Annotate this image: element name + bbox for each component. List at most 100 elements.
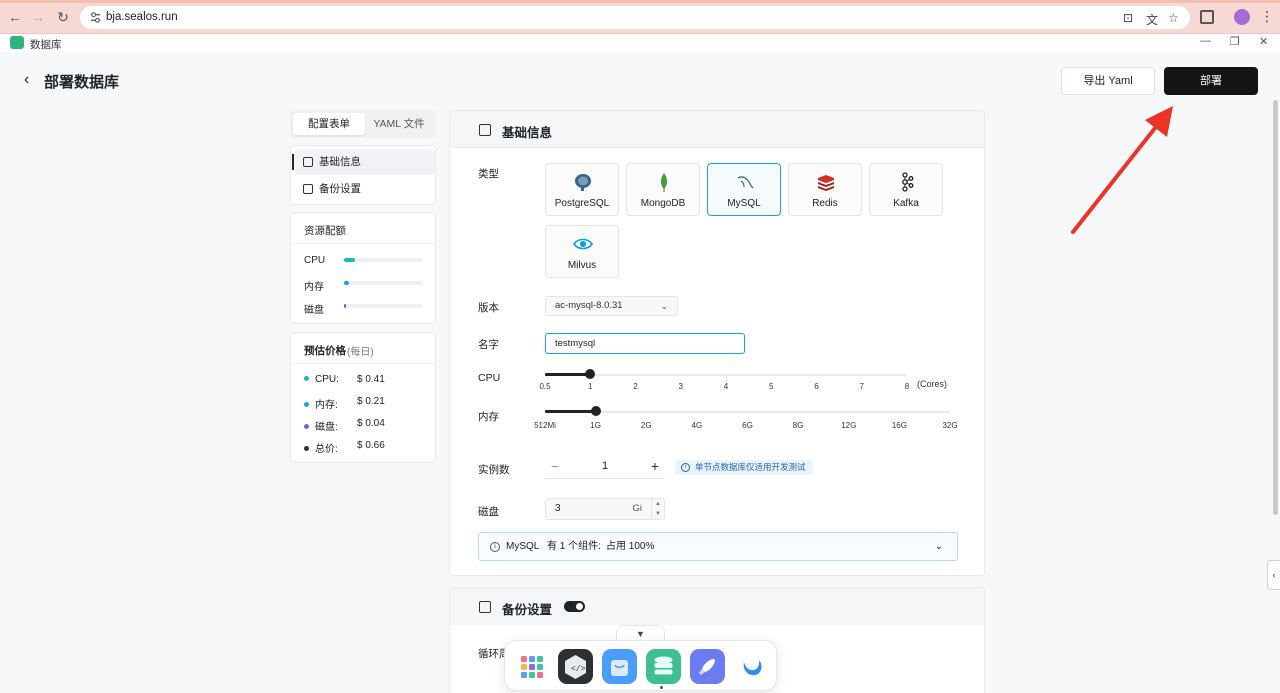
replicas-value[interactable]: 1: [545, 460, 665, 472]
slider-tick-label: 0.5: [539, 382, 551, 391]
chevron-down-icon: ⌄: [660, 301, 668, 311]
export-yaml-button[interactable]: 导出 Yaml: [1061, 67, 1155, 95]
cpu-dot-icon: [304, 375, 309, 381]
slider-tick-label: 6: [814, 382, 819, 391]
back-arrow-icon[interactable]: ←: [7, 9, 23, 25]
app-store-icon[interactable]: [602, 649, 637, 684]
mysql-icon: [737, 176, 754, 189]
page-title: 部署数据库: [44, 74, 120, 91]
price-card: 预估价格 (每日) CPU: $ 0.41 内存: $ 0.21 磁盘: $ 0…: [290, 332, 436, 463]
info-icon: i: [681, 463, 690, 472]
postgresql-icon: [575, 174, 591, 191]
replicas-hint-text: 单节点数据库仅适用开发测试: [695, 462, 806, 472]
slider-tick-label: 6G: [742, 421, 753, 430]
disk-dot-icon: [304, 423, 309, 429]
db-type-milvus[interactable]: Milvus: [545, 225, 619, 278]
launchpad-icon[interactable]: [514, 649, 549, 684]
install-app-icon[interactable]: ⊡: [1123, 11, 1133, 25]
divider: [291, 243, 435, 244]
forward-arrow-icon[interactable]: →: [30, 9, 46, 25]
cpu-quota-bar: [344, 258, 423, 262]
price-value: $ 0.21: [357, 396, 385, 407]
resource-label: 磁盘: [304, 305, 324, 316]
db-type-label: Redis: [812, 198, 838, 209]
scrollbar[interactable]: [1273, 100, 1278, 515]
mongodb-icon: [661, 173, 667, 192]
price-label: CPU:: [315, 374, 339, 385]
db-type-label: Kafka: [893, 198, 919, 209]
section-nav: 基础信息 备份设置: [290, 145, 436, 205]
info-icon: i: [490, 542, 500, 552]
kafka-icon: [902, 172, 914, 192]
version-select[interactable]: ac-mysql-8.0.31 ⌄: [545, 296, 678, 316]
slider-tick-label: 16G: [891, 421, 907, 430]
devbox-app-icon[interactable]: </>: [558, 649, 593, 684]
name-input[interactable]: testmysql: [545, 333, 745, 354]
database-app-dock-icon[interactable]: [646, 649, 681, 684]
extensions-icon[interactable]: [1200, 10, 1214, 24]
tab-yaml[interactable]: YAML 文件: [365, 113, 433, 135]
profile-avatar[interactable]: [1234, 9, 1250, 25]
page: ‹ 部署数据库 导出 Yaml 部署 配置表单 YAML 文件 基础信息 备份设…: [0, 52, 1280, 693]
tab-form[interactable]: 配置表单: [293, 113, 365, 135]
dock-collapse-icon[interactable]: ▼: [616, 625, 665, 641]
deploy-button[interactable]: 部署: [1164, 67, 1258, 95]
browser-toolbar: ← → ↻ bja.sealos.run ⊡ 文 ☆ ⋮: [0, 0, 1280, 34]
back-chevron-icon[interactable]: ‹: [24, 71, 29, 89]
slider-tick-label: 12G: [841, 421, 857, 430]
memory-label: 内存: [478, 411, 499, 423]
slider-tick-label: 4: [723, 382, 729, 391]
nav-item-basic-info[interactable]: 基础信息: [292, 149, 435, 175]
summary-db-name: MySQL: [506, 541, 540, 552]
disk-quota-fill: [344, 304, 346, 308]
resource-quota-title: 资源配额: [304, 225, 346, 237]
minimize-icon[interactable]: —: [1200, 35, 1211, 47]
version-label: 版本: [478, 302, 499, 314]
price-item: CPU:: [304, 374, 339, 385]
memory-slider-track[interactable]: [545, 411, 950, 413]
price-item: 磁盘:: [304, 418, 338, 433]
db-type-redis[interactable]: Redis: [788, 163, 862, 216]
slider-tick-label: 7: [859, 382, 864, 391]
backup-icon: [479, 601, 491, 613]
side-expand-chevron-icon[interactable]: ‹: [1267, 560, 1280, 590]
cpu-quota-fill: [344, 258, 356, 262]
database-icon: [654, 656, 673, 675]
disk-label: 磁盘: [478, 506, 499, 518]
db-type-mongodb[interactable]: MongoDB: [626, 163, 700, 216]
disk-spinner-icon[interactable]: ▲ ▼: [651, 499, 664, 519]
db-type-postgresql[interactable]: PostgreSQL: [545, 163, 619, 216]
replicas-label: 实例数: [478, 464, 510, 476]
resource-label: CPU: [304, 255, 326, 266]
plus-icon[interactable]: +: [651, 458, 659, 474]
backup-toggle[interactable]: [564, 601, 585, 612]
cpu-slider-track[interactable]: [545, 374, 907, 376]
disk-size-input[interactable]: 3 Gi ▲ ▼: [545, 498, 665, 520]
site-settings-icon[interactable]: [89, 11, 102, 24]
menu-dots-icon[interactable]: ⋮: [1260, 8, 1274, 25]
close-icon[interactable]: ✕: [1259, 35, 1268, 48]
slider-tick-label: 32G: [942, 421, 958, 430]
memory-slider-handle[interactable]: [591, 406, 601, 416]
db-type-label: Milvus: [567, 260, 597, 271]
component-summary[interactable]: i MySQL 有 1 个组件: 占用 100% ⌄: [478, 532, 958, 561]
cpu-slider-handle[interactable]: [585, 369, 595, 379]
resource-quota-card: 资源配额 CPU 内存 磁盘: [290, 212, 436, 324]
price-value: $ 0.41: [357, 374, 385, 385]
slider-tick-label: 2G: [640, 421, 652, 430]
basic-info-header: 基础信息: [450, 111, 984, 148]
app-launchpad-rocket-icon[interactable]: [690, 649, 725, 684]
nav-item-backup[interactable]: 备份设置: [295, 176, 435, 202]
cpu-label: CPU: [478, 372, 501, 384]
translate-icon[interactable]: 文: [1146, 11, 1158, 28]
rocket-icon: [699, 659, 715, 675]
nav-item-label: 备份设置: [319, 183, 361, 195]
db-type-mysql[interactable]: MySQL: [707, 163, 781, 216]
bookmark-star-icon[interactable]: ☆: [1168, 11, 1179, 25]
sealos-app-icon[interactable]: [734, 649, 769, 684]
db-type-kafka[interactable]: Kafka: [869, 163, 943, 216]
restore-icon[interactable]: ❐: [1230, 35, 1240, 48]
slider-tick-label: 3: [678, 382, 683, 391]
address-bar[interactable]: bja.sealos.run ⊡ 文 ☆: [80, 6, 1190, 29]
reload-icon[interactable]: ↻: [55, 9, 71, 25]
